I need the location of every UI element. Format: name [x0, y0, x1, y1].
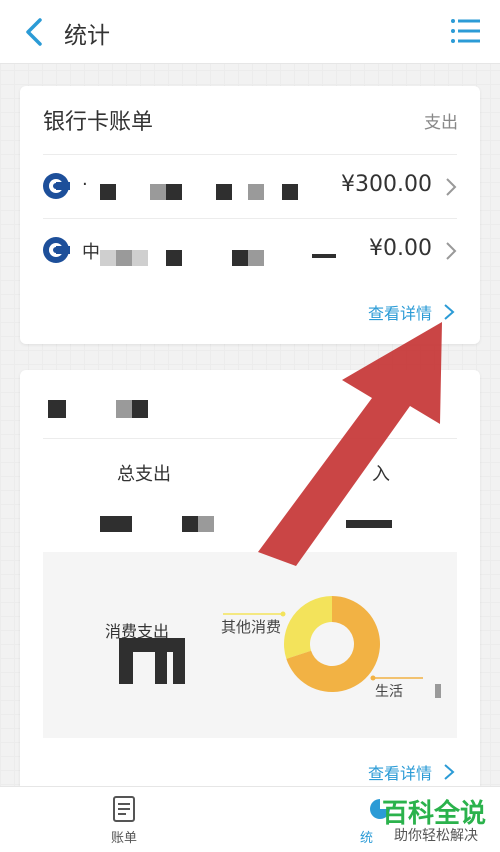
legend-label-life: 生活: [375, 684, 403, 700]
bank-row[interactable]: · ¥300.00: [20, 156, 480, 216]
redaction: [248, 184, 264, 200]
view-details-link[interactable]: 查看详情: [368, 760, 432, 784]
bottom-nav: 账单 统 百科全说 助你轻松解决: [0, 786, 500, 852]
ccb-bank-logo-icon: [43, 173, 70, 199]
back-arrow-icon[interactable]: [20, 16, 48, 48]
redaction: [166, 184, 182, 200]
redaction: [346, 520, 392, 528]
expense-donut-chart: 其他消费 生活: [221, 596, 423, 700]
pie-slice-0: [284, 596, 332, 659]
redaction: [132, 250, 148, 266]
redaction: [116, 250, 132, 266]
bank-bill-card: 银行卡账单 支出 · ¥300.00 中 ¥0.00 查看详情: [20, 86, 480, 344]
chevron-right-icon[interactable]: [442, 302, 456, 322]
redaction: [166, 250, 182, 266]
divider: [43, 218, 457, 219]
view-details-link[interactable]: 查看详情: [368, 300, 432, 324]
redaction: [100, 184, 116, 200]
redaction: [48, 400, 66, 418]
bank-bill-title: 银行卡账单: [43, 110, 154, 135]
total-expense-label: 总支出: [117, 464, 171, 485]
divider: [43, 438, 457, 439]
expense-chart-panel[interactable]: 消费支出 其他消费 生活: [43, 552, 457, 738]
page-title: 统计: [64, 23, 110, 49]
bill-list-icon: [113, 796, 135, 822]
redaction: [198, 516, 214, 532]
stats-card: 总支出 入 消费支出 其他消费 生活 查看详情: [20, 370, 480, 810]
redaction: [132, 400, 148, 418]
watermark-slogan: 助你轻松解决: [394, 828, 478, 844]
redaction: [116, 400, 132, 418]
ccb-bank-logo-icon: [43, 237, 70, 263]
bank-amount: ¥0.00: [369, 236, 432, 261]
nav-item-bill[interactable]: 账单: [74, 795, 174, 846]
bank-name: 中: [82, 242, 100, 263]
chevron-right-icon: [446, 178, 457, 196]
redaction: [150, 184, 166, 200]
redaction: [100, 516, 132, 532]
chevron-right-icon: [446, 242, 457, 260]
redaction: [248, 250, 264, 266]
redaction: [216, 184, 232, 200]
divider: [43, 154, 457, 155]
redaction: [312, 254, 336, 258]
income-label: 入: [372, 464, 390, 485]
legend-dot: [280, 611, 286, 617]
redaction: [100, 250, 116, 266]
redaction: [282, 184, 298, 200]
chevron-right-icon[interactable]: [442, 762, 456, 782]
bank-name: ·: [82, 174, 88, 195]
redaction: [232, 250, 248, 266]
legend-dot: [370, 675, 376, 681]
top-bar: 统计: [0, 0, 500, 64]
legend-label-other: 其他消费: [221, 618, 281, 636]
bank-row[interactable]: 中 ¥0.00: [20, 220, 480, 280]
bank-amount: ¥300.00: [341, 172, 432, 197]
list-menu-icon[interactable]: [450, 16, 480, 46]
redaction: [182, 516, 198, 532]
nav-label: 账单: [110, 831, 137, 846]
expense-tab-label[interactable]: 支出: [424, 108, 458, 133]
